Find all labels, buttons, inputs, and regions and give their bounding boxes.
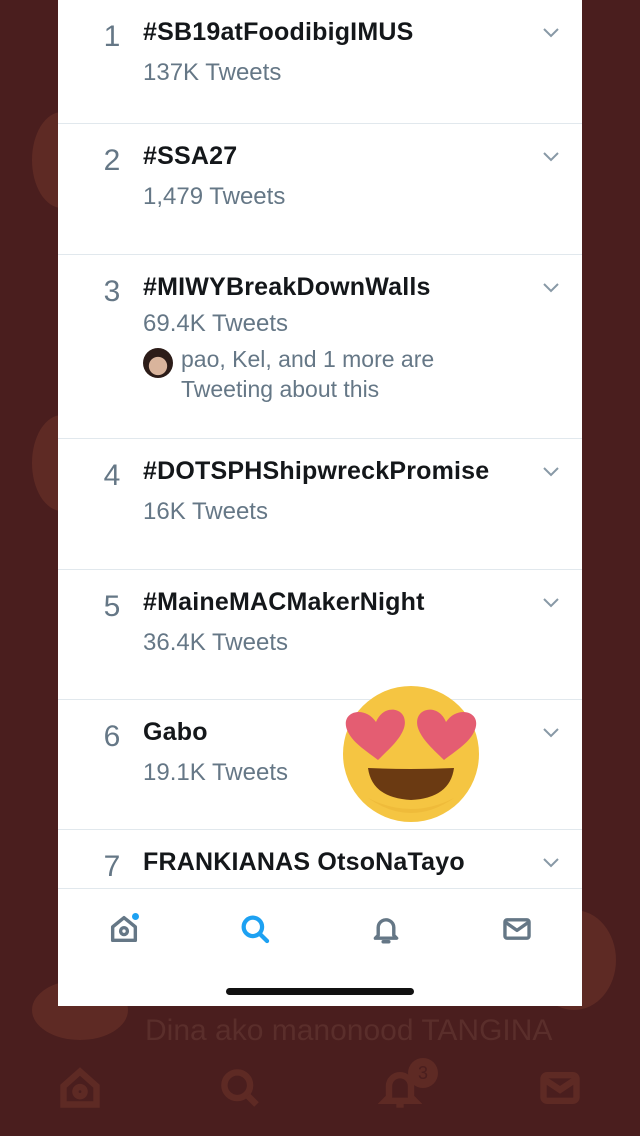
trend-item[interactable]: 6 Gabo 19.1K Tweets	[58, 700, 582, 830]
trend-item[interactable]: 5 #MaineMACMakerNight 36.4K Tweets	[58, 570, 582, 700]
trend-item[interactable]: 1 #SB19atFoodibigIMUS 137K Tweets	[58, 0, 582, 124]
trends-sheet: 1 #SB19atFoodibigIMUS 137K Tweets 2 #SSA…	[58, 0, 582, 1006]
trend-rank: 1	[103, 20, 121, 53]
tab-search[interactable]	[225, 899, 285, 959]
trend-social-context: pao, Kel, and 1 more are Tweeting about …	[143, 344, 522, 426]
mail-icon	[502, 917, 531, 940]
trend-rank: 5	[103, 590, 121, 623]
trend-item[interactable]: 7 FRANKIANAS OtsoNaTayo	[58, 830, 582, 888]
trend-rank: 3	[103, 275, 121, 308]
trend-tweet-count: 1,479 Tweets	[143, 183, 286, 210]
background-notification-badge: 3	[408, 1058, 438, 1088]
trend-tweet-count: 36.4K Tweets	[143, 629, 288, 656]
background-home-icon	[50, 1058, 110, 1118]
heart-eyes-emoji-icon	[343, 686, 479, 822]
bell-icon	[373, 917, 398, 943]
trend-item[interactable]: 4 #DOTSPHShipwreckPromise 16K Tweets	[58, 439, 582, 570]
avatar	[143, 348, 173, 378]
trend-tweet-count: 69.4K Tweets	[143, 310, 288, 337]
trend-context-text: pao, Kel, and 1 more are Tweeting about …	[181, 346, 435, 402]
chevron-down-icon[interactable]	[542, 26, 560, 38]
trend-item[interactable]: 2 #SSA27 1,479 Tweets	[58, 124, 582, 255]
background-mail-icon	[530, 1058, 590, 1118]
trend-tweet-count: 16K Tweets	[143, 498, 268, 525]
trend-rank: 4	[103, 459, 121, 492]
unread-dot	[130, 911, 140, 921]
trend-item[interactable]: 3 #MIWYBreakDownWalls 69.4K Tweets pao, …	[58, 255, 582, 439]
trend-rank: 7	[103, 850, 121, 883]
trend-name: #MIWYBreakDownWalls	[143, 273, 431, 301]
chevron-down-icon[interactable]	[542, 856, 560, 868]
chevron-down-icon[interactable]	[542, 465, 560, 477]
trend-rank: 6	[103, 720, 121, 753]
home-indicator	[226, 988, 414, 995]
trends-list: 1 #SB19atFoodibigIMUS 137K Tweets 2 #SSA…	[58, 0, 582, 888]
trend-name: #SB19atFoodibigIMUS	[143, 18, 414, 46]
trend-tweet-count: 137K Tweets	[143, 59, 282, 86]
chevron-down-icon[interactable]	[542, 596, 560, 608]
background-search-icon	[210, 1058, 270, 1118]
trend-rank: 2	[103, 144, 121, 177]
trend-name: #DOTSPHShipwreckPromise	[143, 457, 490, 485]
tab-home[interactable]	[94, 899, 154, 959]
chevron-down-icon[interactable]	[542, 726, 560, 738]
trend-name: #MaineMACMakerNight	[143, 588, 425, 616]
bottom-tab-bar	[58, 888, 582, 968]
search-icon	[241, 915, 269, 943]
tab-notifications[interactable]	[356, 899, 416, 959]
trend-name: #SSA27	[143, 142, 238, 170]
chevron-down-icon[interactable]	[542, 150, 560, 162]
chevron-down-icon[interactable]	[542, 281, 560, 293]
background-tabbar	[0, 1040, 640, 1136]
trend-name: FRANKIANAS OtsoNaTayo	[143, 848, 465, 876]
tab-messages[interactable]	[487, 899, 547, 959]
